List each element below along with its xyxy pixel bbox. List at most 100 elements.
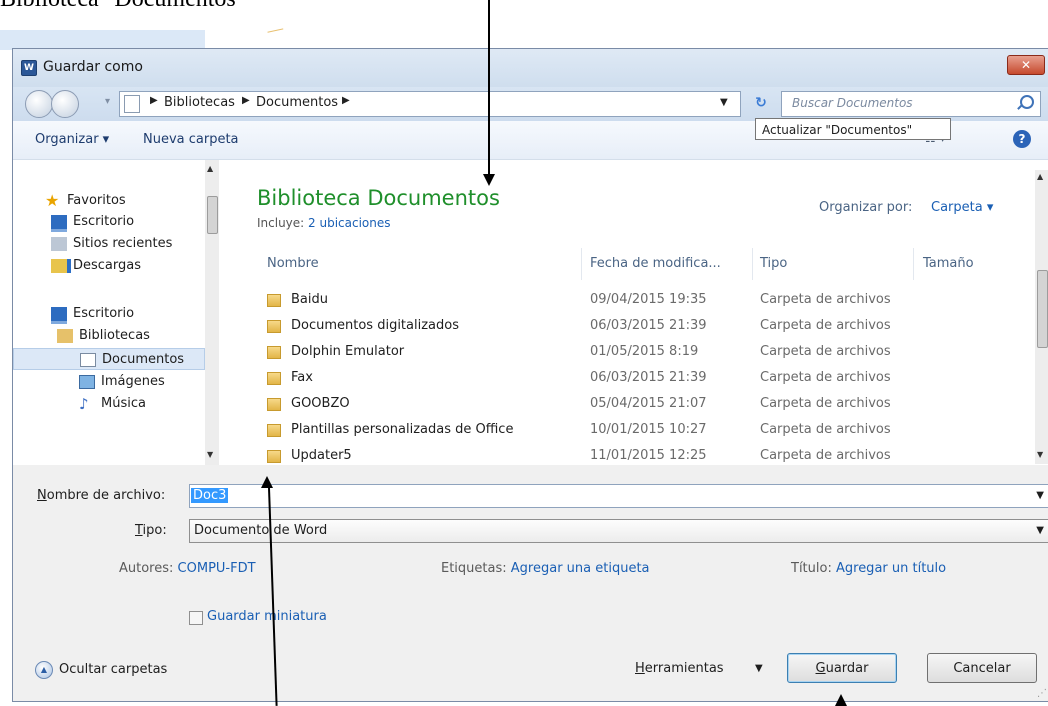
document-icon — [80, 353, 96, 367]
chevron-down-icon[interactable]: ▼ — [755, 663, 763, 674]
refresh-button[interactable]: ↻ — [749, 91, 773, 115]
file-type: Carpeta de archivos — [760, 422, 891, 437]
breadcrumb-documentos[interactable]: Documentos — [256, 95, 338, 110]
includes-locations-link[interactable]: 2 ubicaciones — [308, 216, 390, 230]
file-row[interactable]: Updater5 11/01/2015 12:25 Carpeta de arc… — [219, 443, 1031, 465]
file-row[interactable]: Fax 06/03/2015 21:39 Carpeta de archivos — [219, 365, 1031, 391]
nav-musica[interactable]: ♪ Música — [13, 393, 205, 415]
folder-icon — [267, 372, 281, 385]
file-type-value: Documento de Word — [194, 523, 328, 538]
forward-button[interactable] — [51, 90, 79, 118]
help-icon[interactable]: ? — [1013, 130, 1031, 148]
column-divider — [913, 248, 914, 280]
file-date: 06/03/2015 21:39 — [590, 370, 707, 385]
desktop-icon — [51, 215, 67, 232]
authors-value[interactable]: COMPU-FDT — [178, 561, 256, 576]
search-icon[interactable] — [1020, 95, 1034, 109]
scroll-up-icon[interactable]: ▲ — [207, 164, 213, 173]
file-row[interactable]: Plantillas personalizadas de Office 10/0… — [219, 417, 1031, 443]
filename-field[interactable]: Doc3 ▼ — [189, 484, 1048, 508]
nav-sitios-recientes[interactable]: Sitios recientes — [13, 233, 205, 255]
save-thumbnail-checkbox[interactable] — [189, 611, 203, 625]
nav-escritorio-root[interactable]: Escritorio — [13, 303, 205, 325]
chevron-up-icon: ▲ — [35, 661, 53, 679]
file-list-scrollbar[interactable]: ▲ ▼ — [1035, 170, 1048, 464]
folder-icon — [267, 346, 281, 359]
nav-label: Escritorio — [73, 306, 135, 321]
file-list-pane: Biblioteca Documentos Incluye: 2 ubicaci… — [219, 160, 1048, 465]
file-type-select[interactable]: Documento de Word ▼ — [189, 519, 1048, 543]
chevron-right-icon[interactable]: ▶ — [342, 95, 350, 106]
nav-favorites[interactable]: ★ Favoritos — [13, 190, 205, 212]
address-bar[interactable]: ▶ Bibliotecas ▶ Documentos ▶ ▼ — [119, 91, 741, 117]
filename-value[interactable]: Doc3 — [191, 488, 229, 503]
cancel-button[interactable]: Cancelar — [927, 653, 1037, 683]
file-row[interactable]: Documentos digitalizados 06/03/2015 21:3… — [219, 313, 1031, 339]
file-type: Carpeta de archivos — [760, 396, 891, 411]
navigation-pane: ★ Favoritos Escritorio Sitios recientes … — [13, 160, 219, 465]
new-folder-button[interactable]: Nueva carpeta — [143, 132, 239, 147]
annotation-arrowhead — [483, 174, 495, 186]
back-button[interactable] — [25, 90, 53, 118]
column-name[interactable]: Nombre — [267, 256, 319, 271]
nav-label: Documentos — [102, 352, 185, 367]
column-divider — [581, 248, 582, 280]
library-title: Biblioteca Documentos — [257, 186, 500, 210]
tags-meta: Etiquetas: Agregar una etiqueta — [441, 561, 650, 576]
authors-label: Autores: — [119, 561, 174, 576]
nav-label: Imágenes — [101, 374, 165, 389]
chevron-right-icon[interactable]: ▶ — [242, 95, 250, 106]
file-row[interactable]: Baidu 09/04/2015 19:35 Carpeta de archiv… — [219, 287, 1031, 313]
chevron-down-icon[interactable]: ▼ — [1036, 490, 1044, 501]
annotation-arrowhead — [835, 694, 847, 706]
downloads-icon — [51, 259, 71, 273]
nav-scrollbar[interactable]: ▲ ▼ — [205, 160, 219, 465]
column-size[interactable]: Tamaño — [923, 256, 974, 271]
tools-label-text: erramientas — [644, 661, 724, 676]
file-name: Dolphin Emulator — [291, 344, 405, 359]
file-name: Plantillas personalizadas de Office — [291, 422, 514, 437]
chevron-down-icon[interactable]: ▼ — [1036, 525, 1044, 536]
save-thumbnail-label[interactable]: Guardar miniatura — [207, 609, 327, 624]
nav-label: Bibliotecas — [79, 328, 150, 343]
column-date[interactable]: Fecha de modifica... — [590, 256, 721, 271]
folder-icon — [267, 294, 281, 307]
title-value[interactable]: Agregar un título — [836, 561, 946, 576]
scroll-thumb[interactable] — [207, 196, 218, 234]
nav-imagenes[interactable]: Imágenes — [13, 371, 205, 393]
nav-documentos[interactable]: Documentos — [13, 348, 205, 370]
scroll-up-icon[interactable]: ▲ — [1037, 172, 1043, 181]
file-row[interactable]: GOOBZO 05/04/2015 21:07 Carpeta de archi… — [219, 391, 1031, 417]
scroll-thumb[interactable] — [1037, 270, 1048, 348]
tags-value[interactable]: Agregar una etiqueta — [511, 561, 650, 576]
arrange-by-dropdown[interactable]: Carpeta ▾ — [931, 200, 993, 215]
file-type: Carpeta de archivos — [760, 318, 891, 333]
file-row[interactable]: Dolphin Emulator 01/05/2015 8:19 Carpeta… — [219, 339, 1031, 365]
breadcrumb-bibliotecas[interactable]: Bibliotecas — [164, 95, 235, 110]
type-label: Tipo: — [135, 523, 167, 538]
history-dropdown-icon[interactable]: ▾ — [105, 95, 115, 109]
nav-descargas[interactable]: Descargas — [13, 255, 205, 277]
nav-label: Sitios recientes — [73, 236, 173, 251]
nav-bibliotecas[interactable]: Bibliotecas — [13, 325, 205, 347]
search-input[interactable]: Buscar Documentos — [781, 91, 1041, 117]
authors-meta: Autores: COMPU-FDT — [119, 561, 256, 576]
word-icon: W — [21, 60, 37, 76]
type-accel: T — [135, 523, 143, 538]
column-type[interactable]: Tipo — [760, 256, 787, 271]
annotation-arrowhead — [261, 476, 273, 488]
save-button[interactable]: Guardar — [787, 653, 897, 683]
title-bar: W Guardar como ✕ — [13, 49, 1048, 87]
chevron-right-icon[interactable]: ▶ — [150, 95, 158, 106]
close-button[interactable]: ✕ — [1007, 55, 1045, 75]
tools-button[interactable]: Herramientas — [635, 661, 724, 676]
nav-escritorio[interactable]: Escritorio — [13, 211, 205, 233]
scroll-down-icon[interactable]: ▼ — [1037, 450, 1043, 459]
type-label-text: ipo: — [142, 523, 167, 538]
refresh-tooltip: Actualizar "Documentos" — [755, 118, 951, 140]
chevron-down-icon[interactable]: ▼ — [720, 97, 728, 108]
resize-grip-icon[interactable]: ⋰ — [1037, 688, 1047, 699]
scroll-down-icon[interactable]: ▼ — [207, 450, 213, 459]
organize-menu-button[interactable]: Organizar ▾ — [35, 132, 109, 147]
document-caption: Biblioteca "Documentos" — [0, 0, 246, 13]
